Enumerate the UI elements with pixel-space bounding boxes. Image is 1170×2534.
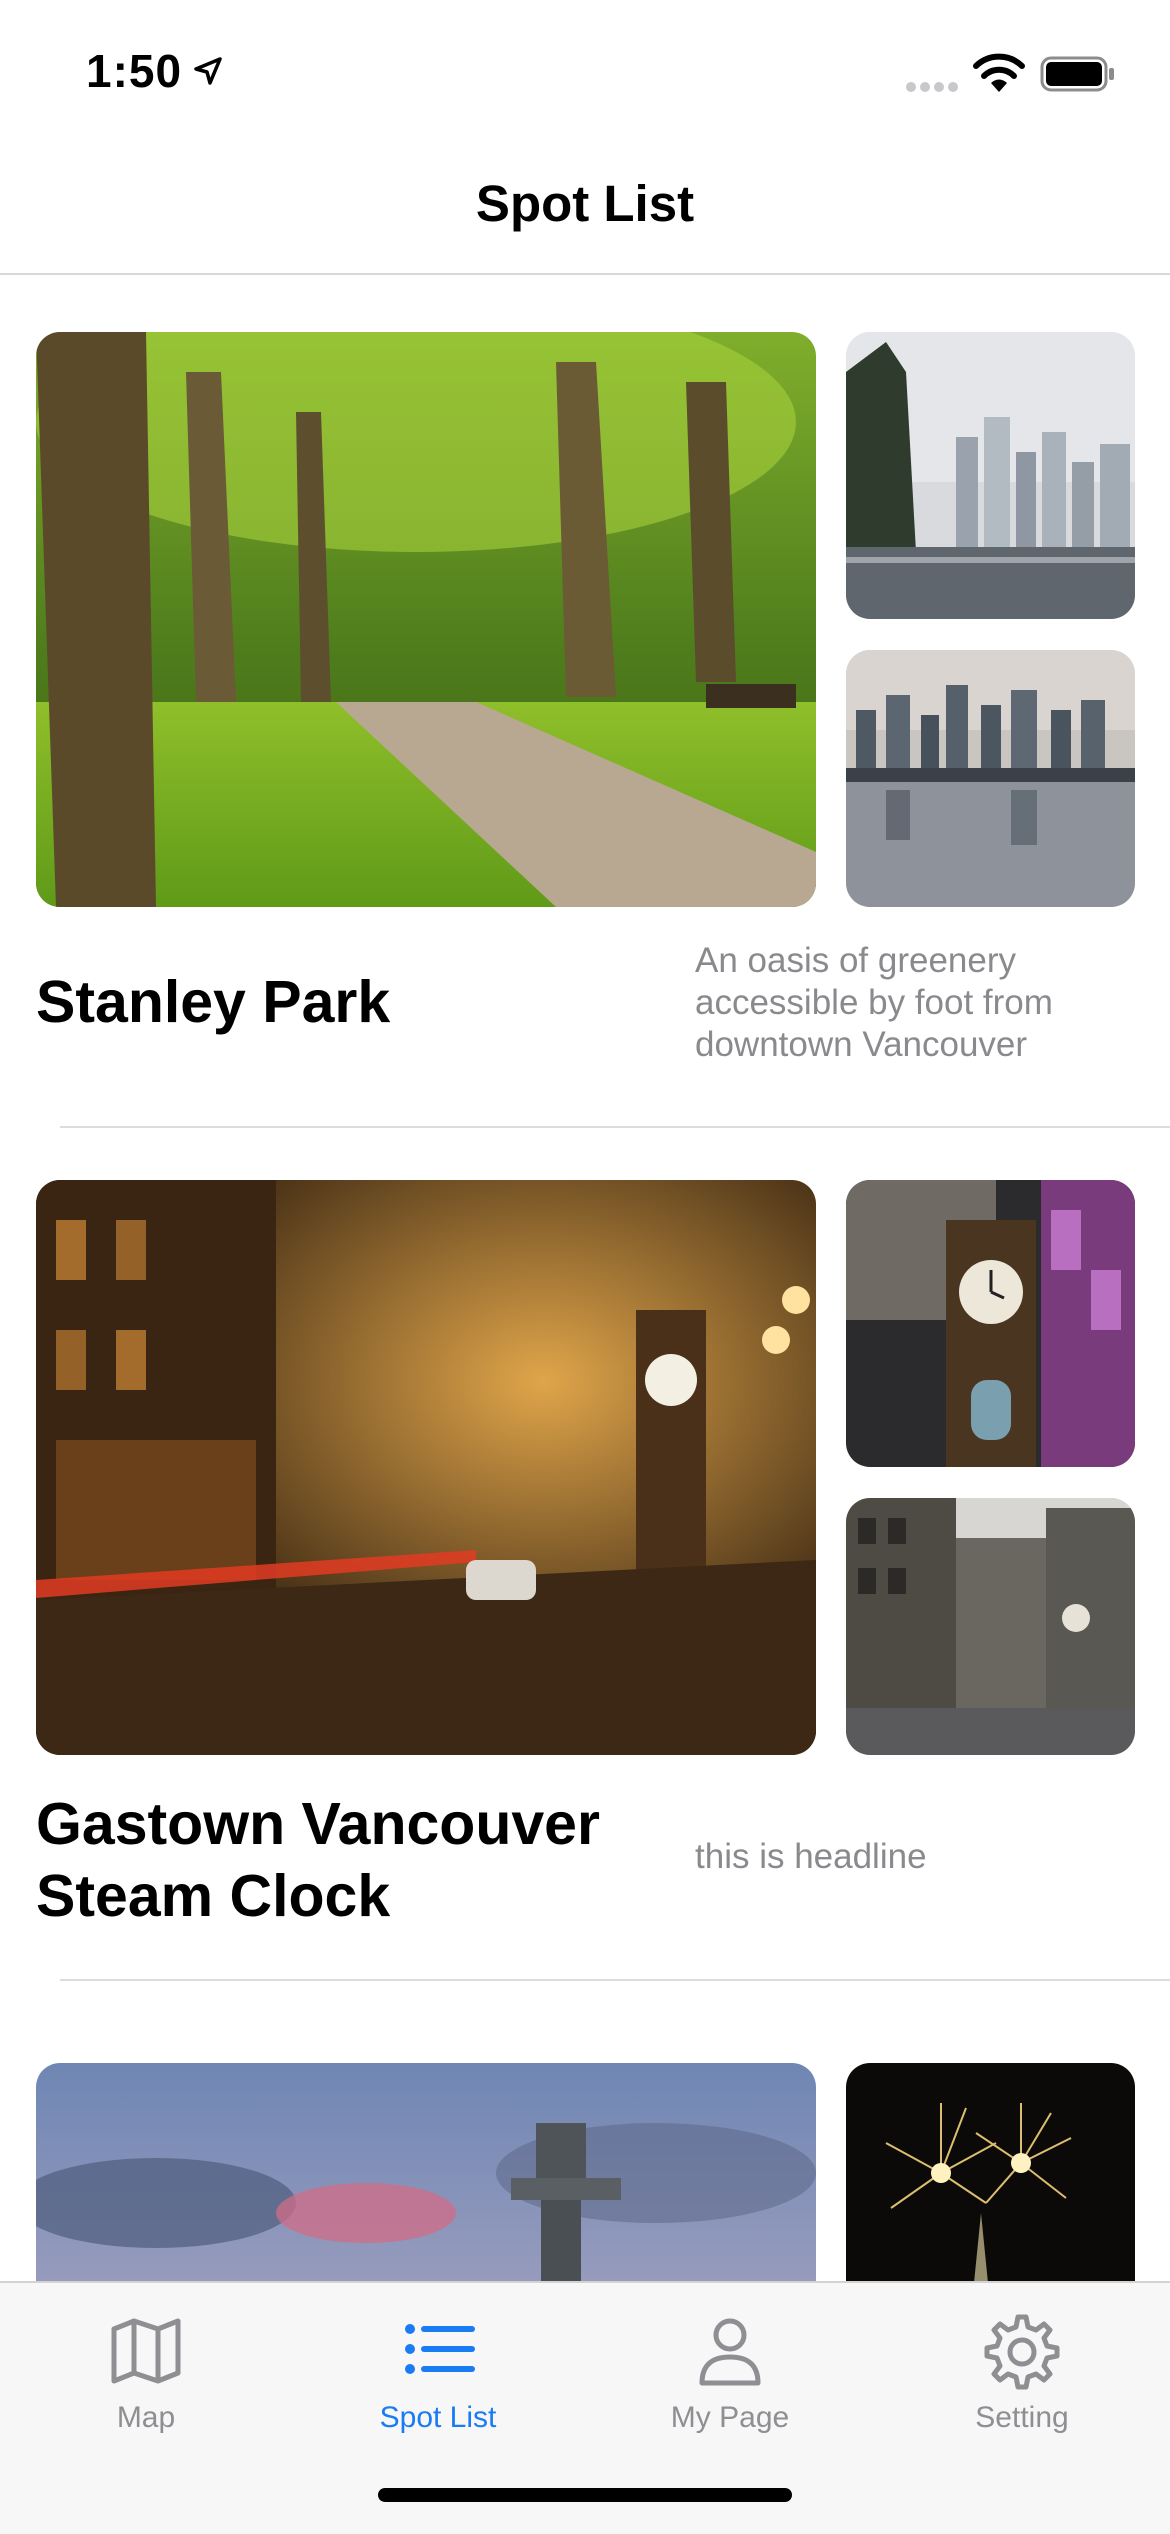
list-separator bbox=[60, 1126, 1170, 1128]
home-indicator[interactable] bbox=[378, 2488, 792, 2502]
spot-thumbnail-photo bbox=[846, 1498, 1135, 1755]
spot-main-photo bbox=[36, 1180, 816, 1755]
spot-thumbnail-photo bbox=[846, 650, 1135, 907]
tab-label: My Page bbox=[670, 2401, 790, 2434]
page-title: Spot List bbox=[475, 175, 695, 232]
tab-label: Spot List bbox=[379, 2401, 497, 2434]
spot-card[interactable] bbox=[0, 2063, 1170, 2363]
spot-main-photo bbox=[36, 332, 816, 907]
battery-icon bbox=[1040, 56, 1114, 92]
gear-icon bbox=[984, 2314, 1060, 2390]
tab-label: Setting bbox=[975, 2401, 1069, 2434]
status-bar: 1:50 bbox=[0, 0, 1170, 140]
spot-thumbnail-photo bbox=[846, 332, 1135, 619]
spot-title: Stanley Park bbox=[36, 969, 391, 1035]
status-time: 1:50 bbox=[86, 45, 183, 97]
list-icon bbox=[405, 2324, 475, 2374]
navigation-bar: Spot List bbox=[0, 140, 1170, 275]
spot-card-stanley-park[interactable]: Stanley Park An oasis of greenery access… bbox=[0, 332, 1170, 1127]
tab-spot-list[interactable]: Spot List bbox=[292, 2283, 584, 2453]
spot-card-gastown-steam-clock[interactable]: Gastown Vancouver Steam Clock this is he… bbox=[0, 1180, 1170, 1980]
tab-map[interactable]: Map bbox=[0, 2283, 292, 2453]
tab-setting[interactable]: Setting bbox=[876, 2283, 1168, 2453]
location-arrow-icon bbox=[194, 57, 222, 85]
person-icon bbox=[699, 2318, 761, 2386]
map-icon bbox=[111, 2318, 181, 2384]
tab-my-page[interactable]: My Page bbox=[584, 2283, 876, 2453]
spot-title: Gastown Vancouver Steam Clock bbox=[36, 1791, 600, 1929]
spot-description: An oasis of greenery accessible by foot … bbox=[695, 941, 1053, 1064]
tab-label: Map bbox=[116, 2401, 176, 2434]
list-separator bbox=[60, 1979, 1170, 1981]
spot-thumbnail-photo bbox=[846, 1180, 1135, 1467]
wifi-icon bbox=[973, 53, 1025, 92]
cellular-signal-icon bbox=[906, 82, 958, 92]
spot-description: this is headline bbox=[695, 1837, 927, 1876]
